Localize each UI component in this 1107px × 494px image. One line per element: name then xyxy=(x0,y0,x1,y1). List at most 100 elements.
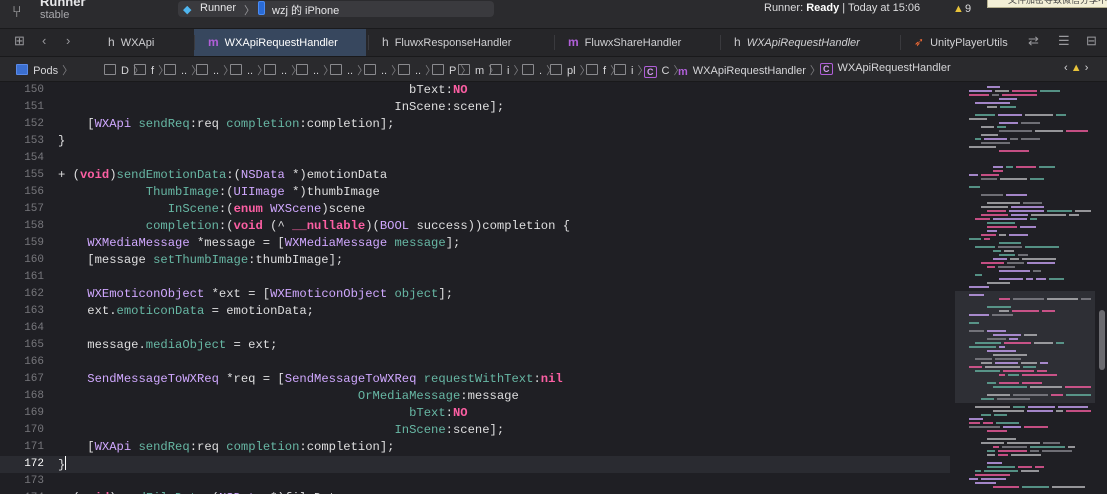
jump-bar-item-15[interactable]: pl 〉 xyxy=(550,62,591,78)
minimap-line xyxy=(999,278,1023,280)
code-editor[interactable]: 150 bText:NO 151 InScene:scene]; 152 [WXAp… xyxy=(0,82,950,494)
warning-icon[interactable]: ▲ xyxy=(953,3,964,15)
code-line[interactable]: 158 completion:(void (^ __nullable)(BOOL… xyxy=(0,218,950,235)
minimap-line xyxy=(1022,258,1056,260)
code-token: void xyxy=(79,168,110,182)
code-line[interactable]: 161 xyxy=(0,269,950,286)
jump-bar-item-7[interactable]: .. 〉 xyxy=(296,62,334,78)
code-line[interactable]: 160 [message setThumbImage:thumbImage]; xyxy=(0,252,950,269)
back-chevron-icon[interactable]: ‹ xyxy=(42,33,46,48)
minimap-line xyxy=(981,398,994,400)
line-number: 162 xyxy=(24,288,44,300)
minimap-line xyxy=(981,194,1003,196)
device-name[interactable]: wzj 的 iPhone xyxy=(272,2,339,18)
jb-label-9: .. xyxy=(381,65,388,77)
code-line[interactable]: 157 InScene:(enum WXScene)scene xyxy=(0,201,950,218)
minimap-line xyxy=(975,474,1010,476)
minimap-line xyxy=(969,118,987,120)
code-line[interactable]: 169 bText:NO xyxy=(0,405,950,422)
tab-4[interactable]: h WXApiRequestHandler xyxy=(720,29,898,56)
code-line[interactable]: 150 bText:NO xyxy=(0,82,950,99)
jump-bar-item-13[interactable]: i 〉 xyxy=(490,62,524,78)
code-token: } xyxy=(58,134,66,148)
folder-icon xyxy=(522,64,534,75)
forward-chevron-icon[interactable]: › xyxy=(66,33,70,48)
warning-count[interactable]: 9 xyxy=(965,3,971,15)
scheme-selector[interactable]: ◆ Runner 〉 wzj 的 iPhone xyxy=(178,1,494,17)
code-line[interactable]: 168 OrMediaMessage:message xyxy=(0,388,950,405)
minimap-line xyxy=(1033,270,1041,272)
jump-bar-pods[interactable]: Pods 〉 xyxy=(16,62,73,78)
tab-1[interactable]: m WXApiRequestHandler xyxy=(194,29,366,56)
code-line[interactable]: 165 message.mediaObject = ext; xyxy=(0,337,950,354)
jump-bar-item-4[interactable]: .. 〉 xyxy=(196,62,234,78)
jump-bar-nav[interactable]: ‹ ▲ › xyxy=(1064,62,1088,74)
minimap-line xyxy=(1009,234,1028,236)
editor-options-icon[interactable]: ☰ xyxy=(1058,33,1070,49)
jump-bar-item-10[interactable]: .. 〉 xyxy=(398,62,436,78)
vertical-scrollbar[interactable] xyxy=(1097,82,1107,494)
minimap-line xyxy=(981,134,998,136)
jump-bar-item-19[interactable]: m WXApiRequestHandler 〉 xyxy=(678,62,821,78)
code-text: } xyxy=(58,456,67,474)
minimap-line xyxy=(987,450,995,452)
split-editor-icon[interactable]: ⊟ xyxy=(1086,33,1097,49)
code-line[interactable]: 151 InScene:scene]; xyxy=(0,99,950,116)
code-token: sendEmotionData xyxy=(116,168,227,182)
code-line[interactable]: 166 xyxy=(0,354,950,371)
code-line[interactable]: 164 xyxy=(0,320,950,337)
code-token: completion xyxy=(226,440,300,454)
code-line[interactable]: 154 xyxy=(0,150,950,167)
jump-bar-item-20[interactable]: C WXApiRequestHandler xyxy=(820,62,951,75)
code-line[interactable]: 172} xyxy=(0,456,950,473)
scheme-name[interactable]: Runner xyxy=(200,2,236,14)
grid-icon[interactable]: ⊞ xyxy=(14,33,25,49)
code-token: WXApi xyxy=(94,440,132,454)
code-line[interactable]: 173 xyxy=(0,473,950,490)
minimap-line xyxy=(1004,342,1031,344)
swap-icon[interactable]: ⇄ xyxy=(1028,33,1039,49)
code-line[interactable]: 156 ThumbImage:(UIImage *)thumbImage xyxy=(0,184,950,201)
minimap-line xyxy=(969,90,992,92)
minimap-line xyxy=(1068,446,1075,448)
code-line[interactable]: 152 [WXApi sendReq:req completion:comple… xyxy=(0,116,950,133)
code-line[interactable]: 162 WXEmoticonObject *ext = [WXEmoticonO… xyxy=(0,286,950,303)
minimap-line xyxy=(981,206,1008,208)
tab-label: WXApiRequestHandler xyxy=(746,37,860,49)
chevron-right-icon[interactable]: › xyxy=(1085,62,1089,74)
code-text: [WXApi sendReq:req completion:completion… xyxy=(58,116,394,133)
code-line[interactable]: 155 + (void)sendEmotionData:(NSData *)emo… xyxy=(0,167,950,184)
code-line[interactable]: 174 + (void)sendFileData:(NSData *)fileDa… xyxy=(0,490,950,494)
minimap-line xyxy=(1026,278,1033,280)
tab-0[interactable]: h WXApi xyxy=(94,29,194,56)
code-token: message xyxy=(394,236,446,250)
tab-2[interactable]: h FluwxResponseHandler xyxy=(368,29,552,56)
code-token: :( xyxy=(226,168,241,182)
code-line[interactable]: 159 WXMediaMessage *message = [WXMediaMe… xyxy=(0,235,950,252)
code-line[interactable]: 171 [WXApi sendReq:req completion:comple… xyxy=(0,439,950,456)
jump-bar-item-5[interactable]: .. 〉 xyxy=(230,62,268,78)
chevron-left-icon[interactable]: ‹ xyxy=(1064,62,1068,74)
code-token: SendMessageToWXReq xyxy=(87,372,219,386)
line-number: 157 xyxy=(24,203,44,215)
tab-5[interactable]: ➶ UnityPlayerUtils xyxy=(900,29,1030,56)
code-line[interactable]: 153} xyxy=(0,133,950,150)
code-line[interactable]: 170 InScene:scene]; xyxy=(0,422,950,439)
jump-bar-item-8[interactable]: .. 〉 xyxy=(330,62,368,78)
warning-small-icon[interactable]: ▲ xyxy=(1071,62,1082,74)
minimap-line xyxy=(984,470,1018,472)
minimap-line xyxy=(969,478,978,480)
source-control-branch-icon[interactable]: ⑂ xyxy=(12,4,22,22)
minimap[interactable] xyxy=(955,82,1095,494)
jump-bar-item-9[interactable]: .. 〉 xyxy=(364,62,402,78)
minimap-line xyxy=(987,306,1011,308)
minimap-line xyxy=(999,242,1021,244)
scroll-thumb[interactable] xyxy=(1099,310,1105,370)
tab-3[interactable]: m FluwxShareHandler xyxy=(554,29,718,56)
code-line[interactable]: 163 ext.emoticonData = emotionData; xyxy=(0,303,950,320)
jb-label-10: .. xyxy=(415,65,422,77)
code-line[interactable]: 167 SendMessageToWXReq *req = [SendMessa… xyxy=(0,371,950,388)
